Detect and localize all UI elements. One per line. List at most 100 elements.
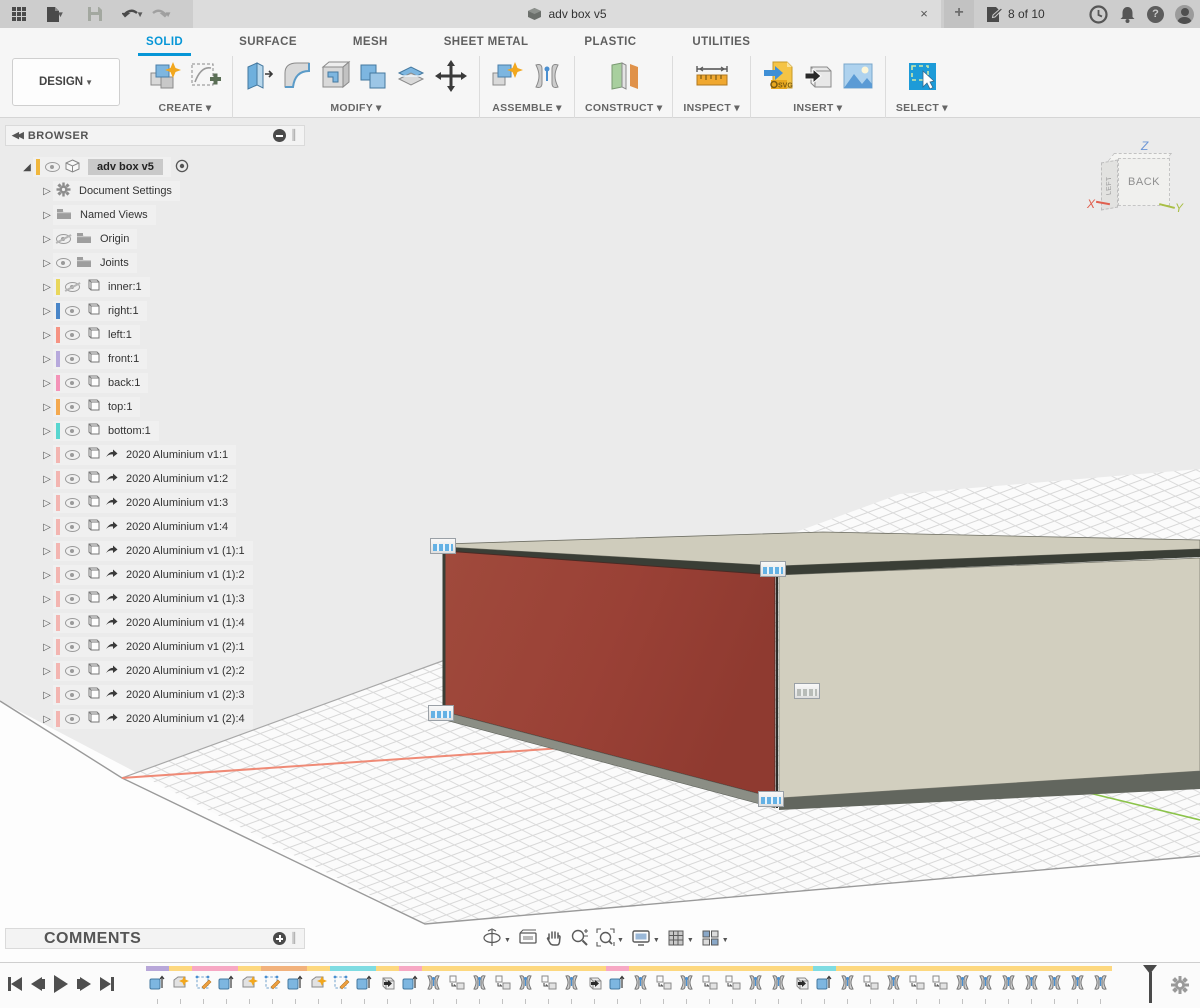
visibility-eye-icon[interactable]	[65, 378, 80, 388]
browser-row-2020-aluminium-v1-2-3[interactable]: ▷2020 Aluminium v1 (2):3	[5, 683, 305, 707]
offset-face-icon[interactable]	[395, 59, 427, 93]
dropdown-caret-icon[interactable]: ▼	[617, 937, 624, 944]
expand-arrow-icon[interactable]: ▷	[41, 234, 53, 245]
expand-arrow-icon[interactable]: ▷	[41, 642, 53, 653]
expand-arrow-icon[interactable]: ▷	[41, 306, 53, 317]
shell-icon[interactable]	[319, 59, 351, 93]
timeline-feature-joint-15[interactable]	[468, 966, 491, 1004]
visibility-eye-icon[interactable]	[65, 402, 80, 412]
browser-row-2020-aluminium-v1-4[interactable]: ▷2020 Aluminium v1:4	[5, 515, 305, 539]
timeline-feature-joint-37[interactable]	[974, 966, 997, 1004]
look-at-tool[interactable]	[518, 929, 538, 952]
assemble-menu[interactable]: ASSEMBLE ▾	[492, 102, 562, 114]
browser-row-top-1[interactable]: ▷top:1	[5, 395, 305, 419]
timeline-feature-extrude-10[interactable]	[353, 966, 376, 1004]
browser-row-named-views[interactable]: ▷Named Views	[5, 203, 305, 227]
expand-arrow-icon[interactable]: ▷	[41, 402, 53, 413]
timeline-feature-sketch-8[interactable]	[307, 966, 330, 1004]
insert-mesh-icon[interactable]	[801, 59, 835, 93]
insert-menu[interactable]: INSERT ▾	[793, 102, 842, 114]
select-menu[interactable]: SELECT ▾	[896, 102, 948, 114]
timeline-feature-joint-42[interactable]	[1089, 966, 1112, 1004]
timeline-feature-move-23[interactable]	[652, 966, 675, 1004]
timeline-feature-move-14[interactable]	[445, 966, 468, 1004]
timeline-feature-joint-36[interactable]	[951, 966, 974, 1004]
browser-row-2020-aluminium-v1-2-2[interactable]: ▷2020 Aluminium v1 (2):2	[5, 659, 305, 683]
browser-row-2020-aluminium-v1-3[interactable]: ▷2020 Aluminium v1:3	[5, 491, 305, 515]
expand-arrow-icon[interactable]: ▷	[41, 354, 53, 365]
save-button[interactable]	[84, 2, 106, 26]
timeline-feature-joint-24[interactable]	[675, 966, 698, 1004]
timeline-playhead[interactable]	[1143, 965, 1157, 1005]
go-to-start-button[interactable]	[8, 977, 22, 991]
grip-handle-top-left[interactable]	[430, 538, 456, 554]
timeline-feature-extrude-21[interactable]	[606, 966, 629, 1004]
timeline-feature-move-34[interactable]	[905, 966, 928, 1004]
visibility-eye-icon[interactable]	[65, 474, 80, 484]
create-menu[interactable]: CREATE ▾	[159, 102, 212, 114]
expand-arrow-icon[interactable]: ▷	[41, 330, 53, 341]
dropdown-caret-icon[interactable]: ▼	[653, 937, 660, 944]
browser-row-2020-aluminium-v1-2[interactable]: ▷2020 Aluminium v1:2	[5, 467, 305, 491]
browser-row-left-1[interactable]: ▷left:1	[5, 323, 305, 347]
new-solid-icon[interactable]	[148, 59, 182, 93]
visibility-eye-icon[interactable]	[56, 234, 71, 244]
grip-handle-top-mid[interactable]	[760, 561, 786, 577]
ribbon-tab-solid[interactable]: SOLID	[138, 34, 191, 54]
dropdown-caret-icon[interactable]: ▼	[687, 937, 694, 944]
timeline-feature-joint-19[interactable]	[560, 966, 583, 1004]
expand-arrow-icon[interactable]: ▷	[41, 666, 53, 677]
go-to-end-button[interactable]	[100, 977, 114, 991]
visibility-eye-icon[interactable]	[65, 450, 80, 460]
workspace-selector[interactable]: DESIGN▼	[12, 58, 120, 106]
timeline-feature-sketchedit-9[interactable]	[330, 966, 353, 1004]
visibility-eye-icon[interactable]	[65, 330, 80, 340]
expand-arrow-icon[interactable]: ▷	[41, 594, 53, 605]
fillet-icon[interactable]	[281, 59, 313, 93]
select-icon[interactable]	[905, 59, 939, 93]
browser-row-2020-aluminium-v1-1-4[interactable]: ▷2020 Aluminium v1 (1):4	[5, 611, 305, 635]
browser-row-2020-aluminium-v1-1-2[interactable]: ▷2020 Aluminium v1 (1):2	[5, 563, 305, 587]
expand-arrow-icon[interactable]: ◢	[21, 162, 33, 173]
undo-button[interactable]: ▼	[122, 2, 144, 26]
insert-svg-icon[interactable]: SVG	[761, 58, 795, 94]
timeline-feature-move-35[interactable]	[928, 966, 951, 1004]
expand-arrow-icon[interactable]: ▷	[41, 378, 53, 389]
modify-menu[interactable]: MODIFY ▾	[330, 102, 381, 114]
expand-arrow-icon[interactable]: ▷	[41, 426, 53, 437]
timeline-feature-insert-11[interactable]	[376, 966, 399, 1004]
expand-arrow-icon[interactable]: ▷	[41, 522, 53, 533]
construct-plane-icon[interactable]	[606, 59, 642, 93]
inspect-menu[interactable]: INSPECT ▾	[683, 102, 739, 114]
timeline-feature-sketchedit-6[interactable]	[261, 966, 284, 1004]
timeline-feature-joint-33[interactable]	[882, 966, 905, 1004]
combine-icon[interactable]	[357, 59, 389, 93]
expand-arrow-icon[interactable]: ▷	[41, 450, 53, 461]
expand-comments-icon[interactable]	[273, 932, 286, 945]
construct-menu[interactable]: CONSTRUCT ▾	[585, 102, 662, 114]
browser-row-origin[interactable]: ▷Origin	[5, 227, 305, 251]
visibility-eye-icon[interactable]	[65, 282, 80, 292]
grip-handle-right-face[interactable]	[794, 683, 820, 699]
timeline-feature-move-18[interactable]	[537, 966, 560, 1004]
timeline-feature-joint-41[interactable]	[1066, 966, 1089, 1004]
timeline-feature-move-26[interactable]	[721, 966, 744, 1004]
collapse-panel-icon[interactable]: ◀◀	[12, 130, 22, 141]
viewport-3d[interactable]: Z LEFT BACK X Y ◀◀ BROWSER ║ ◢adv box v5…	[0, 119, 1200, 962]
visibility-eye-icon[interactable]	[65, 690, 80, 700]
timeline-feature-sketch-5[interactable]	[238, 966, 261, 1004]
browser-row-2020-aluminium-v1-1-1[interactable]: ▷2020 Aluminium v1 (1):1	[5, 539, 305, 563]
view-cube[interactable]: Z LEFT BACK X Y	[1083, 139, 1195, 239]
timeline-feature-joint-22[interactable]	[629, 966, 652, 1004]
browser-row-document-settings[interactable]: ▷Document Settings	[5, 179, 305, 203]
visibility-eye-icon[interactable]	[65, 498, 80, 508]
step-back-button[interactable]	[31, 977, 45, 991]
timeline-feature-joint-13[interactable]	[422, 966, 445, 1004]
dropdown-caret-icon[interactable]: ▼	[722, 937, 729, 944]
ribbon-tab-sheet-metal[interactable]: SHEET METAL	[436, 34, 537, 54]
file-menu-button[interactable]: ▼	[44, 2, 66, 26]
comments-resize-grip[interactable]: ║	[290, 933, 298, 944]
grid-settings-tool[interactable]: ▼	[667, 929, 694, 952]
visibility-eye-icon[interactable]	[65, 714, 80, 724]
minimize-browser-icon[interactable]	[273, 129, 286, 142]
